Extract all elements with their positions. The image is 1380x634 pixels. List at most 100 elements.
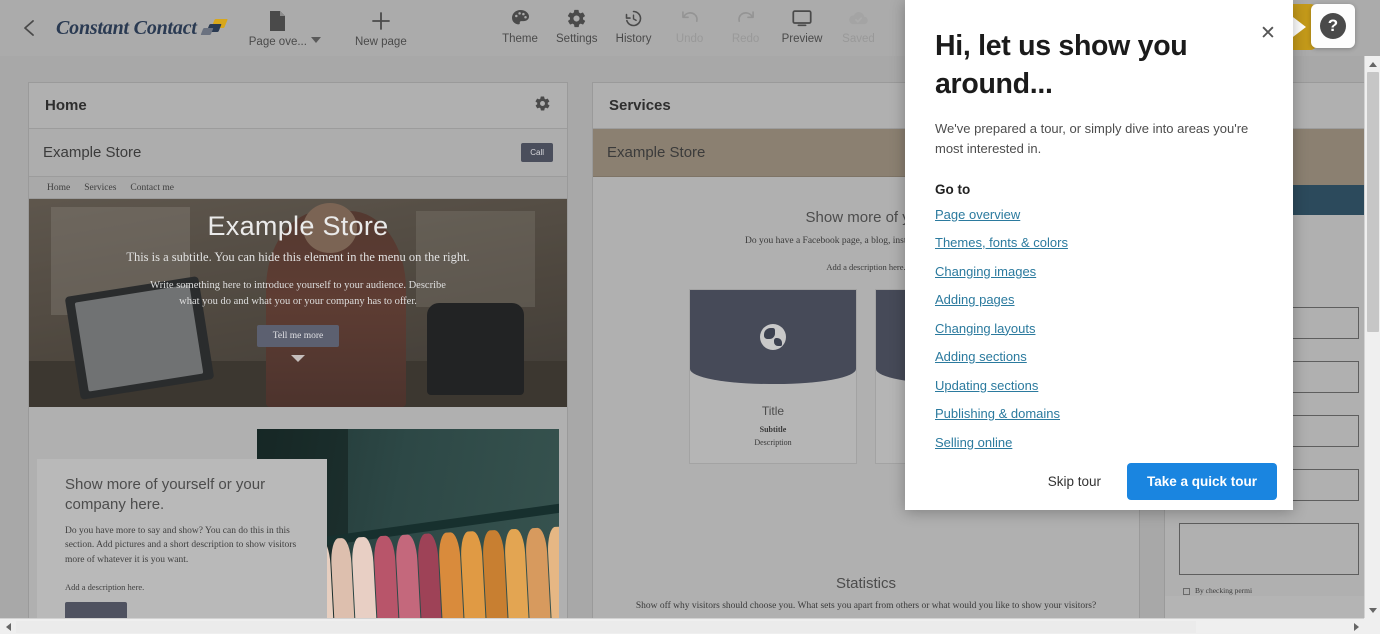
- triangle-down-icon: [1369, 607, 1377, 613]
- triangle-right-icon: [1353, 623, 1359, 631]
- nav-item-contact[interactable]: Contact me: [130, 183, 174, 193]
- gear-icon: [566, 6, 587, 30]
- service-card[interactable]: Title Subtitle Description: [689, 289, 857, 464]
- history-label: History: [615, 33, 652, 45]
- call-button[interactable]: Call: [521, 143, 553, 162]
- showcase-description: Add a description here.: [65, 581, 145, 592]
- undo-arrow-icon: [679, 6, 701, 30]
- new-page-label: New page: [354, 35, 407, 48]
- skip-tour-button[interactable]: Skip tour: [1038, 466, 1111, 497]
- take-quick-tour-button[interactable]: Take a quick tour: [1126, 463, 1277, 500]
- scroll-down-button[interactable]: [1365, 602, 1380, 618]
- site-name-services: Example Store: [607, 144, 706, 161]
- close-x-icon[interactable]: ✕: [1257, 22, 1279, 44]
- card-subtitle: Subtitle: [759, 425, 787, 434]
- redo-label: Redo: [731, 33, 760, 45]
- redo-arrow-icon: [735, 6, 757, 30]
- card-title: Title: [761, 404, 785, 418]
- contact-message-textarea[interactable]: [1179, 523, 1359, 575]
- statistics-title: Statistics: [835, 575, 896, 592]
- triangle-left-icon: [5, 623, 11, 631]
- theme-label: Theme: [502, 33, 538, 45]
- undo-label: Undo: [675, 33, 704, 45]
- vertical-scrollbar[interactable]: [1364, 56, 1380, 618]
- page-overview-dropdown[interactable]: Page ove...: [241, 7, 329, 50]
- page-title-home: Home: [45, 97, 87, 114]
- tour-link-changing-images[interactable]: Changing images: [935, 264, 1263, 279]
- page-document-icon: [268, 9, 287, 33]
- showcase-section[interactable]: Show more of yourself or your company he…: [29, 407, 567, 621]
- statistics-subtitle: Show off why visitors should choose you.…: [635, 601, 1097, 611]
- statistics-section: Statistics Show off why visitors should …: [593, 575, 1139, 621]
- nav-item-services[interactable]: Services: [84, 183, 116, 193]
- site-header-home: Example Store Call: [29, 129, 567, 177]
- tour-footer: Skip tour Take a quick tour: [905, 463, 1293, 522]
- page-card-home[interactable]: Home Example Store Call Home Services Co…: [28, 82, 568, 622]
- redo-button[interactable]: Redo: [718, 4, 774, 47]
- hero-section[interactable]: Example Store This is a subtitle. You ca…: [29, 199, 567, 407]
- horizontal-scrollbar[interactable]: [0, 618, 1380, 634]
- page-card-header-home: Home: [29, 83, 567, 129]
- monitor-icon: [791, 6, 813, 30]
- hero-subtitle: This is a subtitle. You can hide this el…: [126, 250, 470, 264]
- tour-link-adding-sections[interactable]: Adding sections: [935, 349, 1263, 364]
- tour-description: We've prepared a tour, or simply dive in…: [935, 121, 1249, 157]
- tour-goto-label: Go to: [935, 181, 971, 197]
- card-image-placeholder[interactable]: [690, 290, 856, 384]
- tour-link-themes-fonts-colors[interactable]: Themes, fonts & colors: [935, 235, 1263, 250]
- hero-content: Example Store This is a subtitle. You ca…: [29, 199, 567, 407]
- consent-checkbox[interactable]: [1183, 588, 1190, 595]
- card-description: Description: [754, 438, 792, 447]
- tour-link-list: Page overview Themes, fonts & colors Cha…: [935, 207, 1263, 450]
- scroll-up-button[interactable]: [1365, 56, 1380, 72]
- tour-link-updating-sections[interactable]: Updating sections: [935, 378, 1263, 393]
- back-button[interactable]: [10, 8, 50, 48]
- preview-label: Preview: [781, 33, 823, 45]
- settings-label: Settings: [556, 33, 598, 45]
- showcase-body: Do you have more to say and show? You ca…: [65, 525, 297, 565]
- app-root: Constant Contact Page ove... New page Th…: [0, 0, 1380, 634]
- scroll-right-button[interactable]: [1348, 619, 1364, 634]
- tour-link-changing-layouts[interactable]: Changing layouts: [935, 321, 1263, 336]
- site-nav-home: Home Services Contact me: [29, 177, 567, 199]
- new-page-button[interactable]: New page: [347, 7, 415, 50]
- vertical-scroll-thumb[interactable]: [1367, 72, 1379, 332]
- settings-button[interactable]: Settings: [548, 4, 606, 47]
- theme-button[interactable]: Theme: [492, 4, 548, 47]
- tour-link-publishing-domains[interactable]: Publishing & domains: [935, 406, 1263, 421]
- consent-text: By checking permi: [1195, 586, 1253, 595]
- page-settings-gear-icon[interactable]: [534, 95, 551, 117]
- toolbar-actions: Theme Settings History Undo Redo Preview…: [492, 4, 886, 47]
- tour-link-page-overview[interactable]: Page overview: [935, 207, 1263, 222]
- hero-body-text: Write something here to introduce yourse…: [150, 280, 446, 308]
- scrollbar-corner: [1364, 618, 1380, 634]
- chevron-down-icon: [310, 36, 321, 43]
- cloud-check-icon: [847, 6, 870, 30]
- plus-icon: [370, 9, 392, 33]
- brand-logo[interactable]: Constant Contact: [56, 17, 228, 40]
- hero-cta-button[interactable]: Tell me more: [256, 324, 340, 347]
- palette-icon: [510, 6, 531, 30]
- page-overview-label: Page ove...: [248, 35, 307, 48]
- history-button[interactable]: History: [606, 4, 662, 47]
- horizontal-scroll-thumb[interactable]: [16, 621, 1196, 633]
- tour-dialog: ✕ Hi, let us show you around... We've pr…: [905, 0, 1293, 510]
- tour-link-selling-online[interactable]: Selling online: [935, 435, 1263, 450]
- undo-button[interactable]: Undo: [662, 4, 718, 47]
- tour-title: Hi, let us show you around...: [935, 30, 1188, 100]
- scroll-down-chevron-icon[interactable]: [291, 354, 305, 362]
- scroll-left-button[interactable]: [0, 619, 16, 634]
- nav-item-home[interactable]: Home: [47, 183, 70, 193]
- saved-label: Saved: [842, 33, 875, 45]
- site-name-home: Example Store: [43, 144, 142, 161]
- saved-button: Saved: [830, 4, 886, 47]
- hero-title: Example Store: [207, 211, 389, 241]
- clock-rewind-icon: [623, 6, 644, 30]
- contact-consent-row[interactable]: By checking permi: [1179, 585, 1359, 596]
- help-button[interactable]: ?: [1311, 4, 1355, 48]
- triangle-up-icon: [1369, 61, 1377, 67]
- showcase-text-block: Show more of yourself or your company he…: [37, 459, 327, 621]
- preview-button[interactable]: Preview: [774, 4, 831, 47]
- constant-contact-swoosh-icon: [200, 18, 228, 38]
- tour-link-adding-pages[interactable]: Adding pages: [935, 292, 1263, 307]
